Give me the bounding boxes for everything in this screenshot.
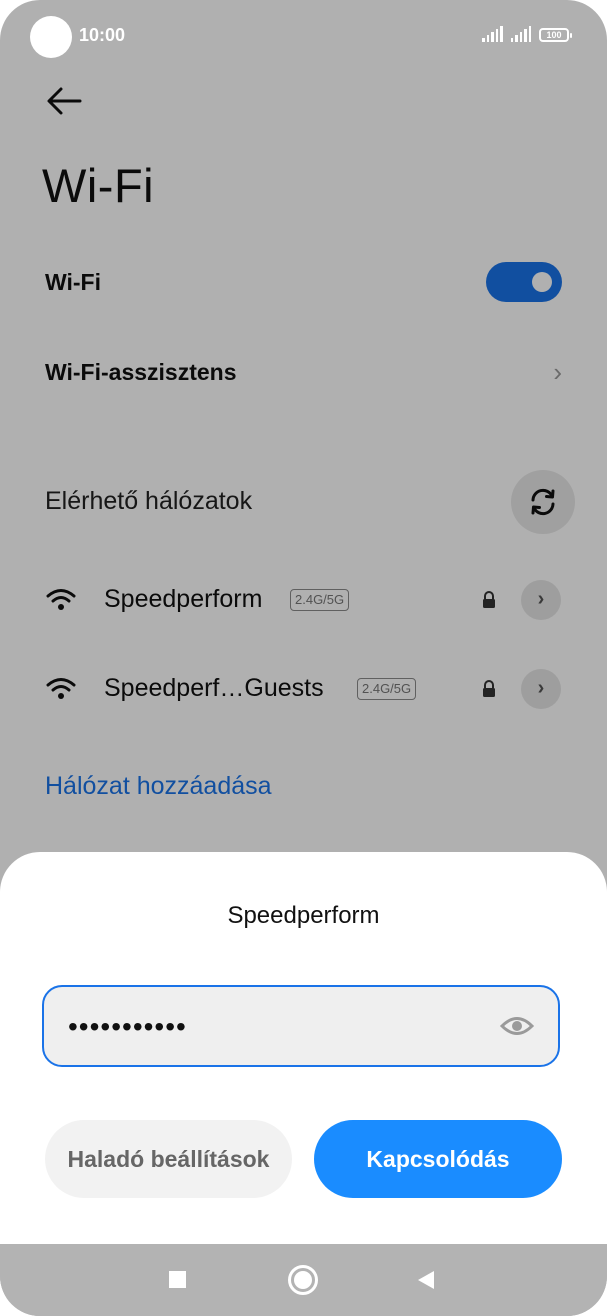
camera-cutout	[30, 16, 72, 58]
battery-icon: 100	[539, 28, 572, 42]
password-input[interactable]: •••••••••••	[42, 985, 560, 1067]
status-bar: 10:00 100	[0, 0, 607, 72]
password-dialog: Speedperform ••••••••••• Haladó beállítá…	[0, 852, 607, 1244]
phone-frame: Wi-Fi Wi-Fi Wi-Fi-asszisztens › Elérhető…	[0, 0, 607, 1316]
connect-button[interactable]: Kapcsolódás	[314, 1120, 562, 1198]
home-button[interactable]	[288, 1265, 318, 1295]
back-nav-button[interactable]	[418, 1271, 434, 1289]
status-time: 10:00	[79, 25, 126, 45]
recents-button[interactable]	[169, 1271, 186, 1288]
signal-strength-icon	[510, 26, 531, 42]
signal-strength-icon	[482, 26, 503, 42]
dialog-title: Speedperform	[227, 902, 380, 929]
wifi-settings-screen: Wi-Fi Wi-Fi Wi-Fi-asszisztens › Elérhető…	[0, 0, 607, 1316]
advanced-settings-button[interactable]: Haladó beállítások	[45, 1120, 292, 1198]
eye-icon[interactable]	[500, 1015, 534, 1037]
navigation-bar	[0, 1244, 607, 1316]
status-icons: 100	[482, 26, 572, 42]
password-value: •••••••••••	[68, 1011, 187, 1042]
